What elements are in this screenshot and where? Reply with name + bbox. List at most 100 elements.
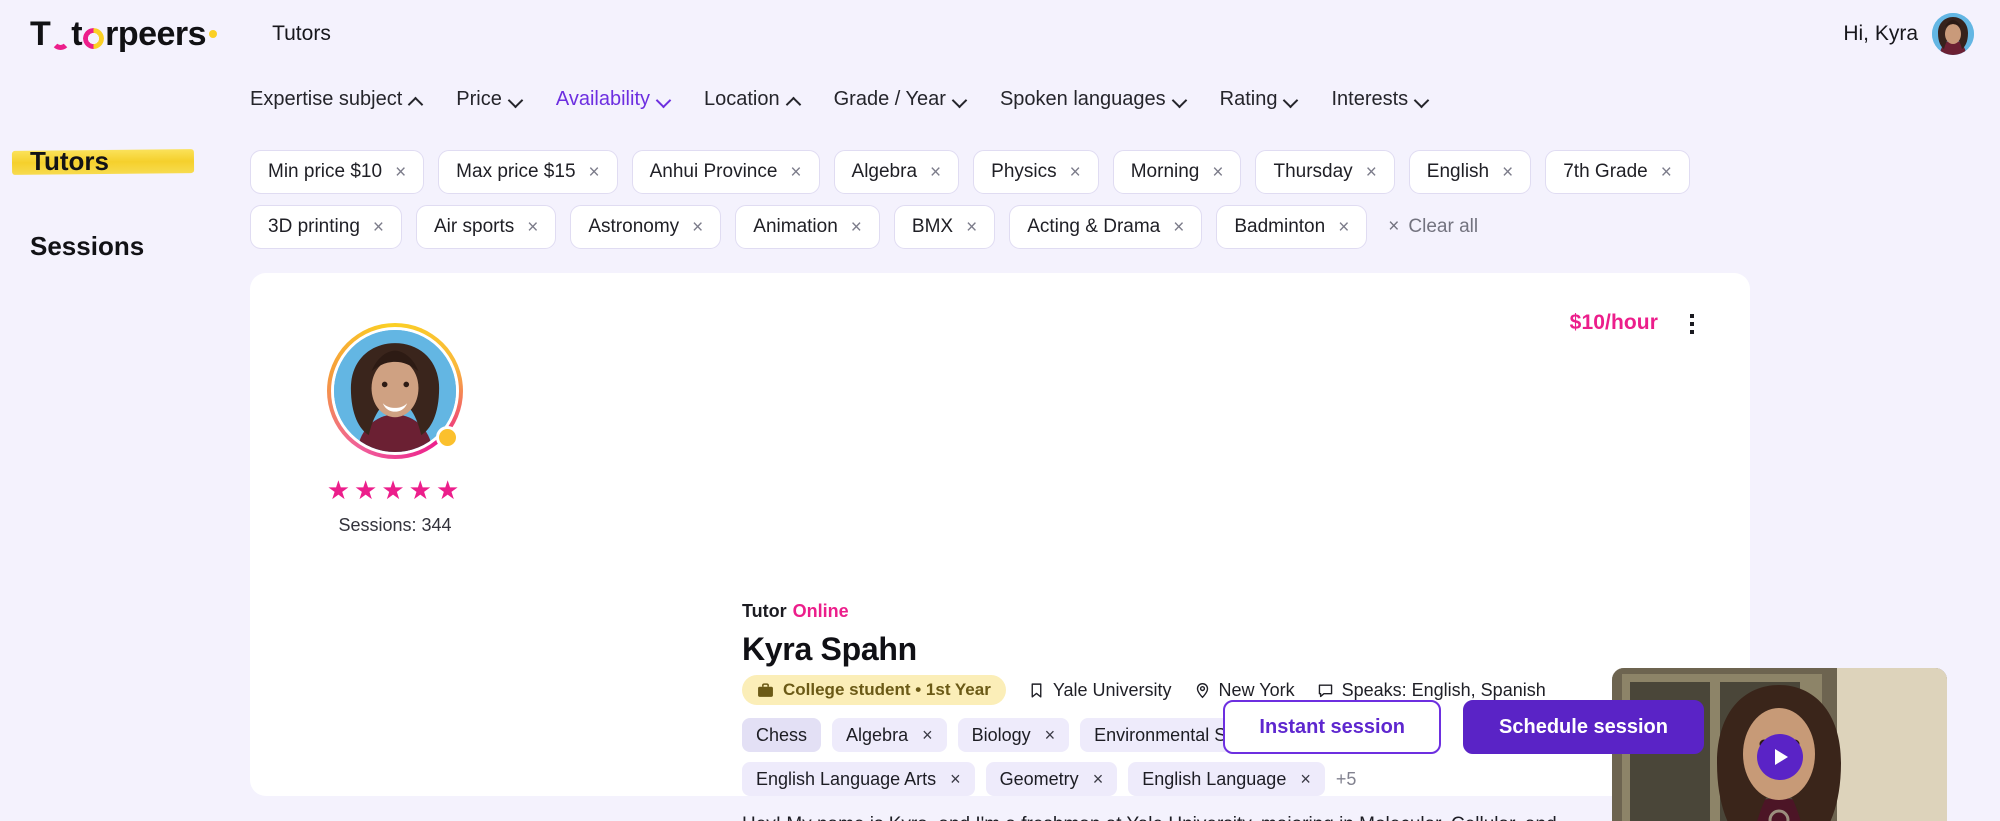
university-label: Yale University [1052, 679, 1172, 700]
tutor-avatar-column: ★★★★★ Sessions: 344 [308, 323, 482, 536]
close-icon[interactable]: × [1661, 163, 1672, 182]
chevron-up-icon [788, 94, 800, 106]
close-icon[interactable]: × [851, 218, 862, 237]
subjects-overflow-count[interactable]: +5 [1336, 762, 1357, 796]
close-icon[interactable]: × [395, 163, 406, 182]
close-icon[interactable]: × [1212, 163, 1223, 182]
kebab-dot [1690, 330, 1694, 334]
subject-chip[interactable]: English Language × [1128, 762, 1325, 796]
education-badge-label: College student • 1st Year [783, 680, 991, 699]
kebab-dot [1690, 322, 1694, 326]
chip-label: Animation [753, 216, 838, 237]
close-icon[interactable]: × [1093, 770, 1104, 788]
rating-stars: ★★★★★ [326, 475, 464, 505]
close-icon[interactable]: × [922, 726, 933, 744]
chip-label: Max price $15 [456, 161, 576, 182]
close-icon[interactable]: × [1300, 770, 1311, 788]
price-label: $10/hour [1569, 311, 1658, 334]
active-filter-chip[interactable]: English × [1408, 150, 1532, 194]
close-icon[interactable]: × [1502, 163, 1513, 182]
languages-item: Speaks: English, Spanish [1317, 680, 1546, 701]
university-item: Yale University [1028, 680, 1172, 701]
avatar[interactable] [1932, 13, 1974, 55]
close-icon[interactable]: × [1173, 218, 1184, 237]
chevron-down-icon [1174, 94, 1186, 106]
active-filter-chip[interactable]: Acting & Drama × [1009, 205, 1203, 249]
subject-chip[interactable]: Biology × [957, 718, 1070, 752]
play-icon[interactable] [1756, 733, 1803, 780]
instant-session-button[interactable]: Instant session [1223, 700, 1442, 754]
filter-expertise-subject[interactable]: Expertise subject [250, 88, 422, 111]
languages-label: Speaks: English, Spanish [1341, 679, 1546, 700]
filter-label: Rating [1219, 88, 1278, 110]
chevron-down-icon [510, 94, 522, 106]
avatar-gradient-ring [327, 323, 463, 459]
clear-all-button[interactable]: × Clear all [1381, 205, 1478, 249]
close-icon[interactable]: × [966, 218, 977, 237]
filter-rating[interactable]: Rating [1220, 88, 1298, 111]
close-icon[interactable]: × [373, 218, 384, 237]
more-vertical-icon[interactable] [1680, 311, 1704, 337]
topbar-nav-tutors[interactable]: Tutors [272, 22, 331, 46]
clear-all-label: Clear all [1408, 216, 1479, 237]
active-filter-chip[interactable]: Astronomy × [570, 205, 722, 249]
filter-label: Interests [1331, 88, 1409, 110]
filter-grade-year[interactable]: Grade / Year [834, 88, 966, 111]
active-filters-bar: Min price $10 × Max price $15 × Anhui Provin… [250, 150, 1750, 249]
sidebar-item-sessions[interactable]: Sessions [0, 225, 144, 268]
brand-logo-text: Tt rpeers [30, 17, 218, 51]
filter-location[interactable]: Location [704, 88, 800, 111]
filter-interests[interactable]: Interests [1331, 88, 1428, 111]
chip-label: English [1426, 161, 1490, 182]
sidebar-item-label: Tutors [30, 146, 109, 176]
close-icon[interactable]: × [1045, 726, 1056, 744]
close-icon: × [1388, 216, 1400, 237]
active-filter-chip[interactable]: Anhui Province × [631, 150, 820, 194]
active-filter-chip[interactable]: Physics × [973, 150, 1099, 194]
close-icon[interactable]: × [950, 770, 961, 788]
topbar-user-area: Hi, Kyra [1843, 13, 1974, 55]
chip-label: Morning [1130, 161, 1200, 182]
schedule-session-button[interactable]: Schedule session [1463, 700, 1704, 754]
close-icon[interactable]: × [1366, 163, 1377, 182]
close-icon[interactable]: × [589, 163, 600, 182]
chat-bubble-icon [1318, 683, 1332, 697]
active-filter-chip[interactable]: 7th Grade × [1545, 150, 1690, 194]
active-filter-chip[interactable]: Animation × [735, 205, 880, 249]
subject-chip-label: Biology [971, 724, 1031, 745]
subject-chip[interactable]: Chess [742, 718, 822, 752]
sidebar-item-label: Sessions [30, 231, 145, 261]
chip-label: 3D printing [268, 216, 360, 237]
kebab-dot [1690, 314, 1694, 318]
chip-label: Thursday [1273, 161, 1353, 182]
filter-price[interactable]: Price [456, 88, 522, 111]
chip-label: Physics [991, 161, 1057, 182]
active-filter-chip[interactable]: 3D printing × [250, 205, 402, 249]
briefcase-icon [758, 682, 773, 697]
subject-chip[interactable]: Geometry × [985, 762, 1118, 796]
close-icon[interactable]: × [930, 163, 941, 182]
active-filter-chip[interactable]: Min price $10 × [250, 150, 425, 194]
filter-spoken-languages[interactable]: Spoken languages [1000, 88, 1186, 111]
active-filter-chip[interactable]: Morning × [1112, 150, 1242, 194]
close-icon[interactable]: × [790, 163, 801, 182]
subject-chip[interactable]: Algebra × [832, 718, 947, 752]
map-pin-icon [1196, 682, 1208, 698]
sidebar-item-tutors[interactable]: Tutors [0, 140, 195, 183]
logo-dot-icon [209, 30, 218, 38]
close-icon[interactable]: × [527, 218, 538, 237]
active-filter-chip[interactable]: Max price $15 × [438, 150, 618, 194]
close-icon[interactable]: × [1070, 163, 1081, 182]
active-filter-chip[interactable]: Algebra × [833, 150, 960, 194]
active-filter-chip[interactable]: BMX × [893, 205, 996, 249]
location-label: New York [1218, 679, 1295, 700]
active-filter-chip[interactable]: Thursday × [1255, 150, 1395, 194]
filter-availability[interactable]: Availability [556, 88, 670, 111]
logo-o-circle-icon [83, 27, 105, 49]
active-filter-chip[interactable]: Air sports × [416, 205, 557, 249]
close-icon[interactable]: × [1338, 218, 1349, 237]
brand-logo[interactable]: Tt rpeers [30, 17, 218, 51]
subject-chip[interactable]: English Language Arts × [742, 762, 975, 796]
close-icon[interactable]: × [692, 218, 703, 237]
active-filter-chip[interactable]: Badminton × [1216, 205, 1368, 249]
